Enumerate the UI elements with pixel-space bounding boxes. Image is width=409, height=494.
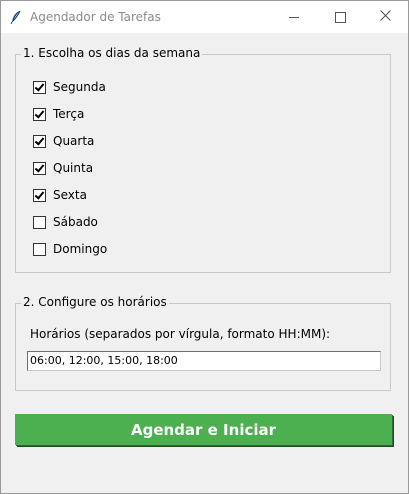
checkbox[interactable]: [33, 107, 46, 121]
day-label: Sexta: [53, 188, 87, 202]
day-checkbox-domingo[interactable]: Domingo: [33, 239, 107, 259]
close-button[interactable]: [362, 1, 408, 33]
day-checkbox-sabado[interactable]: Sábado: [33, 212, 98, 232]
minimize-button[interactable]: [271, 1, 317, 33]
times-group: 2. Configure os horários Horários (separ…: [15, 295, 391, 391]
checkbox[interactable]: [33, 215, 46, 229]
day-label: Quinta: [53, 161, 94, 175]
maximize-icon: [334, 11, 346, 23]
days-legend: 1. Escolha os dias da semana: [21, 46, 203, 60]
day-checkbox-quinta[interactable]: Quinta: [33, 158, 93, 178]
window-title: Agendador de Tarefas: [30, 10, 161, 24]
day-checkbox-terca[interactable]: Terça: [33, 104, 84, 124]
checkbox[interactable]: [33, 80, 46, 94]
checkbox[interactable]: [33, 188, 46, 202]
close-icon: [379, 9, 391, 25]
day-label: Domingo: [53, 242, 108, 256]
day-label: Terça: [53, 107, 85, 121]
days-group: 1. Escolha os dias da semana Segunda Ter…: [15, 46, 391, 273]
title-bar: Agendador de Tarefas: [1, 1, 408, 33]
day-label: Quarta: [53, 134, 95, 148]
maximize-button[interactable]: [317, 1, 363, 33]
checkbox[interactable]: [33, 242, 46, 256]
times-hint: Horários (separados por vírgula, formato…: [30, 327, 331, 341]
times-legend: 2. Configure os horários: [21, 295, 169, 309]
day-checkbox-quarta[interactable]: Quarta: [33, 131, 94, 151]
day-label: Sábado: [53, 215, 98, 229]
times-input[interactable]: 06:00, 12:00, 15:00, 18:00: [27, 351, 381, 371]
app-window: Agendador de Tarefas 1. Escolha os dias …: [0, 0, 409, 494]
day-label: Segunda: [53, 80, 106, 94]
schedule-start-button[interactable]: Agendar e Iniciar: [15, 414, 392, 445]
checkbox[interactable]: [33, 134, 46, 148]
minimize-icon: [289, 16, 299, 18]
checkbox[interactable]: [33, 161, 46, 175]
day-checkbox-sexta[interactable]: Sexta: [33, 185, 87, 205]
feather-icon: [10, 10, 22, 25]
day-checkbox-segunda[interactable]: Segunda: [33, 77, 106, 97]
